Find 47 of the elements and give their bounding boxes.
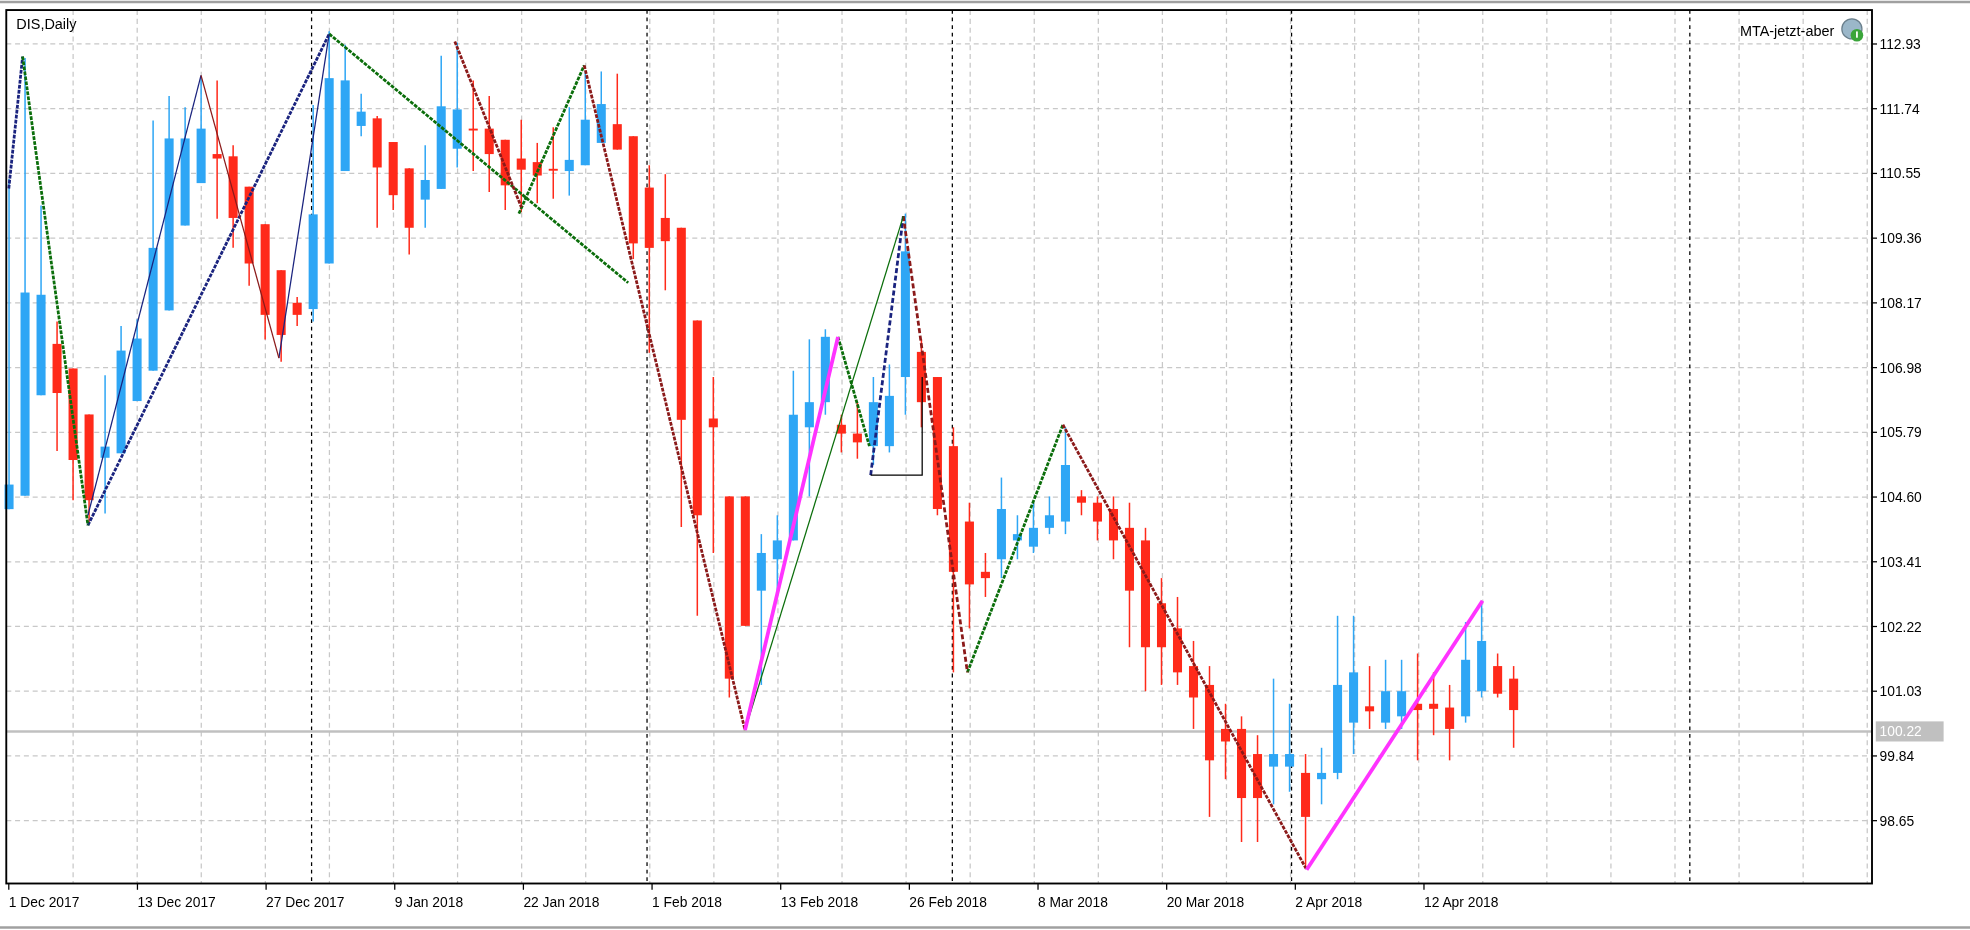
date-label: 13 Feb 2018 (780, 894, 859, 911)
price-label: 106.98 (1879, 359, 1922, 376)
price-label: 102.22 (1879, 618, 1922, 635)
candlestick (1493, 652, 1503, 699)
price-label: 108.17 (1879, 294, 1922, 311)
symbol-label: DIS,Daily (16, 15, 77, 32)
date-label: 20 Mar 2018 (1166, 894, 1245, 911)
date-label: 27 Dec 2017 (266, 894, 345, 911)
date-label: 26 Feb 2018 (909, 894, 987, 911)
price-label: 104.60 (1879, 489, 1922, 506)
date-label: 22 Jan 2018 (523, 894, 600, 911)
price-label: 109.36 (1879, 230, 1922, 247)
candlestick (1076, 489, 1086, 517)
price-label: 98.65 (1879, 812, 1915, 829)
candlestick (292, 296, 302, 327)
candlestick (980, 552, 990, 598)
candlestick (388, 141, 398, 211)
price-label: 101.03 (1879, 683, 1922, 700)
candlestick (356, 93, 366, 137)
candlestick (1108, 495, 1118, 560)
candlestick (1012, 514, 1022, 560)
candlestick (1397, 659, 1407, 730)
price-label: 105.79 (1879, 424, 1922, 441)
date-label: 8 Mar 2018 (1038, 894, 1108, 911)
indicator-label: MTA-jetzt-aber (1739, 23, 1835, 40)
date-label: 1 Dec 2017 (8, 894, 80, 911)
candlestick (1028, 501, 1038, 554)
candlestick (852, 401, 862, 460)
candlestick (1092, 495, 1102, 542)
price-label: 112.93 (1879, 36, 1921, 52)
globe-icon (1841, 18, 1864, 42)
price-label: 111.74 (1879, 100, 1920, 117)
date-label: 9 Jan 2018 (394, 894, 464, 911)
date-label: 13 Dec 2017 (137, 894, 216, 911)
candlestick (1044, 495, 1054, 535)
candlestick (1381, 659, 1391, 730)
date-label: 2 Apr 2018 (1295, 894, 1363, 911)
date-label: 1 Feb 2018 (652, 894, 722, 911)
price-label: 110.55 (1879, 165, 1921, 182)
price-label: 99.84 (1879, 747, 1915, 764)
candlestick (1365, 665, 1375, 730)
current-price-tag: 100.22 (1875, 721, 1944, 742)
candlestick (532, 142, 542, 204)
date-label: 12 Apr 2018 (1424, 894, 1499, 911)
candlestick (500, 139, 510, 211)
price-label: 103.41 (1879, 553, 1922, 570)
candlestick (1317, 747, 1327, 806)
